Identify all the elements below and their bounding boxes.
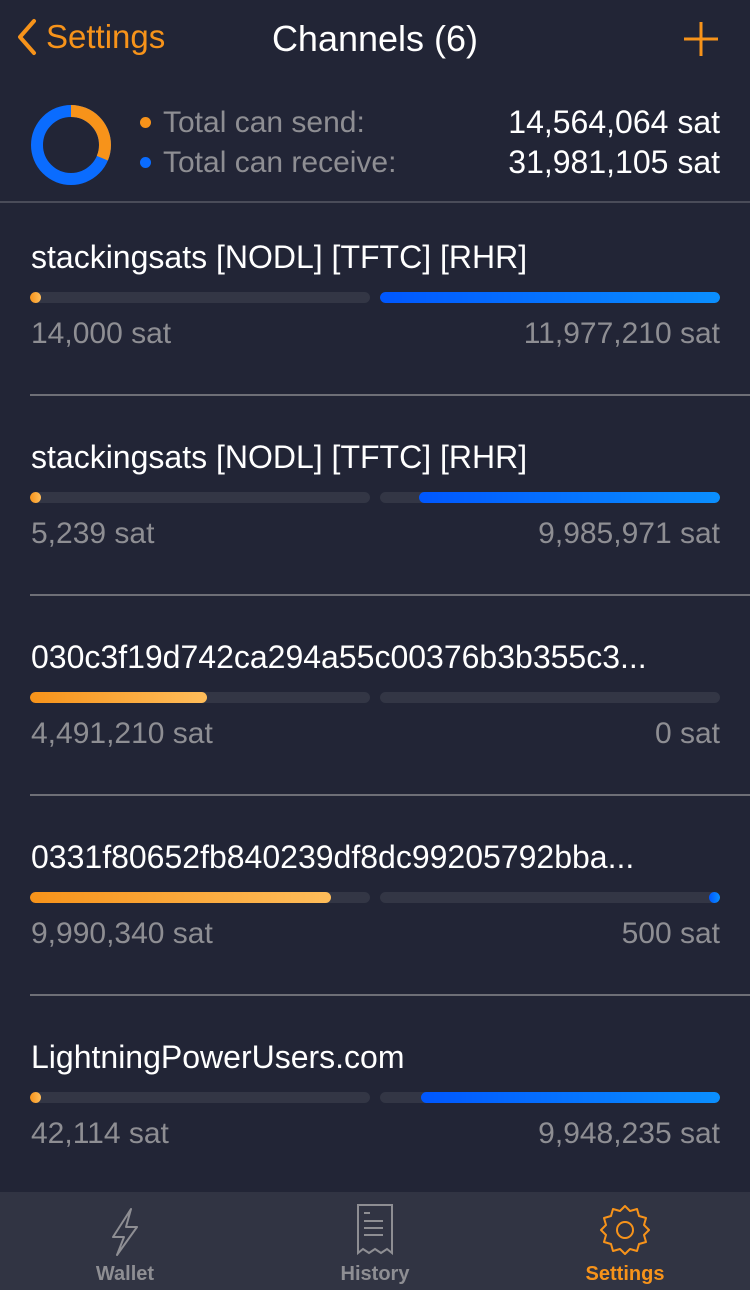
send-amount: 9,990,340 sat [31,917,213,950]
channel-name: LightningPowerUsers.com [31,1039,405,1075]
gear-icon [600,1205,650,1255]
receive-bar [380,692,720,703]
receive-amount: 11,977,210 sat [523,317,720,350]
receive-bar [380,892,720,903]
channel-divider [30,594,750,596]
lightning-icon [112,1208,138,1256]
add-channel-button[interactable] [682,20,720,63]
send-bar-fill [30,1092,41,1103]
channel-item[interactable]: stackingsats [NODL] [TFTC] [RHR] 5,239 s… [0,403,750,603]
tab-label: Wallet [95,1263,155,1285]
channel-item[interactable]: 0331f80652fb840239df8dc99205792bba... 9,… [0,803,750,1003]
tab-label: Settings [585,1263,665,1285]
total-send-row: Total can send: 14,564,064 sat [140,104,720,141]
receive-bar-fill [419,492,720,503]
channel-name: stackingsats [NODL] [TFTC] [RHR] [31,239,528,275]
send-bar [30,892,370,903]
navigation-bar: Settings Channels (6) [0,0,750,80]
balance-summary: Total can send: 14,564,064 sat Total can… [0,100,750,200]
tab-bar: Wallet History Settings [0,1192,750,1290]
channel-item[interactable]: 030c3f19d742ca294a55c00376b3b355c3... 4,… [0,603,750,803]
receive-dot-icon [140,157,151,168]
tab-settings[interactable]: Settings [500,1192,750,1290]
receive-bar [380,1092,720,1103]
receive-bar [380,292,720,303]
channel-name: 030c3f19d742ca294a55c00376b3b355c3... [31,639,647,675]
channel-name: 0331f80652fb840239df8dc99205792bba... [31,839,635,875]
send-bar [30,692,370,703]
total-send-label: Total can send: [163,105,365,139]
receive-amount: 9,985,971 sat [538,517,720,550]
plus-icon [684,22,718,56]
channel-divider [30,994,750,996]
send-bar-fill [30,492,41,503]
send-bar [30,492,370,503]
send-bar-fill [30,892,331,903]
send-bar-fill [30,292,41,303]
receive-amount: 9,948,235 sat [538,1117,720,1150]
receive-bar-fill [709,892,720,903]
receive-bar-fill [420,1092,720,1103]
channel-item[interactable]: stackingsats [NODL] [TFTC] [RHR] 14,000 … [0,203,750,403]
total-receive-value: 31,981,105 sat [508,144,720,180]
receipt-icon [357,1204,393,1256]
receive-bar [380,492,720,503]
total-receive-label: Total can receive: [163,145,397,179]
send-amount: 4,491,210 sat [31,717,213,750]
total-receive-row: Total can receive: 31,981,105 sat [140,144,720,181]
send-amount: 5,239 sat [31,517,155,550]
receive-amount: 0 sat [654,717,720,750]
balance-donut-chart [31,105,111,185]
channel-divider [30,794,750,796]
send-amount: 14,000 sat [31,317,172,350]
send-bar-fill [30,692,207,703]
channel-divider [30,394,750,396]
receive-bar-fill [380,292,720,303]
channel-item[interactable]: LightningPowerUsers.com 42,114 sat 9,948… [0,1003,750,1203]
tab-wallet[interactable]: Wallet [0,1192,250,1290]
receive-amount: 500 sat [621,917,720,950]
total-send-value: 14,564,064 sat [508,104,720,140]
page-title: Channels (6) [271,18,479,59]
send-bar [30,292,370,303]
send-amount: 42,114 sat [31,1117,169,1150]
channel-name: stackingsats [NODL] [TFTC] [RHR] [31,439,528,475]
send-dot-icon [140,117,151,128]
tab-label: History [340,1263,410,1285]
send-bar [30,1092,370,1103]
tab-history[interactable]: History [250,1192,500,1290]
